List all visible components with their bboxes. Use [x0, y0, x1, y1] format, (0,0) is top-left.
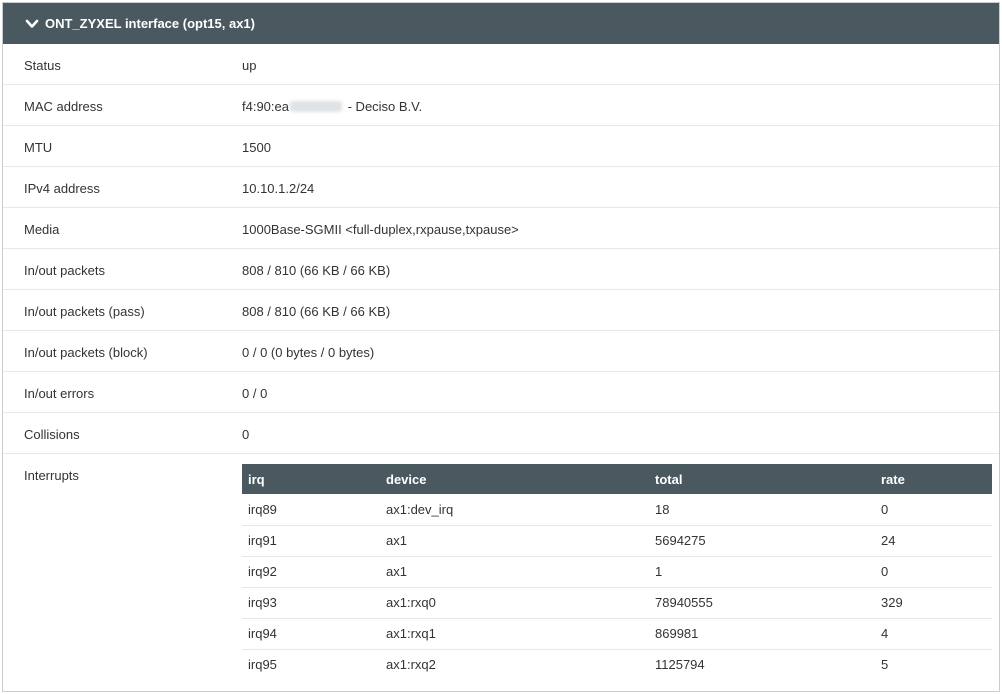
cell-irq: irq91 [248, 533, 277, 548]
row-label: Collisions [24, 427, 80, 442]
row-value: 0 [242, 427, 250, 442]
cell-total: 869981 [655, 626, 699, 641]
row-value: 808 / 810 (66 KB / 66 KB) [242, 263, 391, 278]
row-label: MTU [24, 140, 53, 155]
row-label: In/out packets (block) [24, 345, 148, 360]
table-row: irq89 ax1:dev_irq 18 0 [242, 494, 992, 525]
row-label: Media [24, 222, 60, 237]
redacted-mac-segment [290, 101, 342, 112]
cell-irq: irq92 [248, 564, 277, 579]
cell-device: ax1 [386, 533, 407, 548]
row-collisions: Collisions 0 [3, 413, 999, 454]
chevron-down-icon[interactable] [25, 17, 39, 31]
cell-rate: 0 [881, 501, 889, 517]
row-status: Status up [3, 44, 999, 85]
interface-panel: ONT_ZYXEL interface (opt15, ax1) Status … [2, 2, 1000, 692]
cell-irq: irq89 [248, 501, 277, 517]
cell-irq: irq93 [248, 595, 277, 610]
cell-rate: 0 [881, 564, 889, 579]
cell-device: ax1:dev_irq [386, 501, 454, 517]
row-value: 1500 [242, 140, 271, 155]
column-header-irq: irq [248, 471, 265, 487]
table-header-row: irq device total rate [242, 464, 992, 494]
cell-device: ax1:rxq0 [386, 595, 436, 610]
cell-rate: 4 [881, 626, 889, 641]
row-packets-pass: In/out packets (pass) 808 / 810 (66 KB /… [3, 290, 999, 331]
cell-total: 78940555 [655, 595, 713, 610]
row-value: f4:90:ea - Deciso B.V. [242, 99, 422, 114]
cell-total: 5694275 [655, 533, 706, 548]
cell-irq: irq94 [248, 626, 277, 641]
row-packets-block: In/out packets (block) 0 / 0 (0 bytes / … [3, 331, 999, 372]
cell-device: ax1 [386, 564, 407, 579]
cell-device: ax1:rxq1 [386, 626, 436, 641]
row-value: 0 / 0 [242, 386, 268, 401]
row-errors: In/out errors 0 / 0 [3, 372, 999, 413]
interrupts-table: irq device total rate irq89 ax1:dev_irq … [242, 464, 992, 680]
row-mac-address: MAC address f4:90:ea - Deciso B.V. [3, 85, 999, 126]
table-row: irq91 ax1 5694275 24 [242, 525, 992, 556]
mac-prefix: f4:90:ea [242, 99, 289, 114]
row-label: In/out packets [24, 263, 105, 278]
row-packets: In/out packets 808 / 810 (66 KB / 66 KB) [3, 249, 999, 290]
row-value: 808 / 810 (66 KB / 66 KB) [242, 304, 391, 319]
row-media: Media 1000Base-SGMII <full-duplex,rxpaus… [3, 208, 999, 249]
row-label: Interrupts [24, 468, 79, 483]
row-mtu: MTU 1500 [3, 126, 999, 167]
row-label: In/out packets (pass) [24, 304, 145, 319]
row-ipv4-address: IPv4 address 10.10.1.2/24 [3, 167, 999, 208]
cell-irq: irq95 [248, 657, 277, 673]
row-value: up [242, 58, 257, 73]
column-header-total: total [655, 471, 683, 487]
table-row: irq95 ax1:rxq2 1125794 5 [242, 649, 992, 680]
cell-total: 1125794 [655, 657, 705, 673]
row-label: IPv4 address [24, 181, 100, 196]
row-interrupts: Interrupts irq device total rate irq89 a… [3, 454, 999, 690]
mac-vendor: - Deciso B.V. [344, 99, 423, 114]
panel-title: ONT_ZYXEL interface (opt15, ax1) [45, 16, 255, 31]
column-header-device: device [386, 471, 427, 487]
cell-total: 1 [655, 564, 663, 579]
table-row: irq93 ax1:rxq0 78940555 329 [242, 587, 992, 618]
column-header-rate: rate [881, 471, 905, 487]
cell-total: 18 [655, 501, 670, 517]
table-row: irq94 ax1:rxq1 869981 4 [242, 618, 992, 649]
row-label: MAC address [24, 99, 103, 114]
row-value: 10.10.1.2/24 [242, 181, 315, 196]
cell-rate: 329 [881, 595, 903, 610]
row-value: 1000Base-SGMII <full-duplex,rxpause,txpa… [242, 222, 519, 237]
cell-device: ax1:rxq2 [386, 657, 436, 673]
row-label: In/out errors [24, 386, 95, 401]
table-row: irq92 ax1 1 0 [242, 556, 992, 587]
row-label: Status [24, 58, 61, 73]
panel-header[interactable]: ONT_ZYXEL interface (opt15, ax1) [3, 3, 999, 44]
cell-rate: 24 [881, 533, 896, 548]
cell-rate: 5 [881, 657, 889, 673]
row-value: 0 / 0 (0 bytes / 0 bytes) [242, 345, 375, 360]
